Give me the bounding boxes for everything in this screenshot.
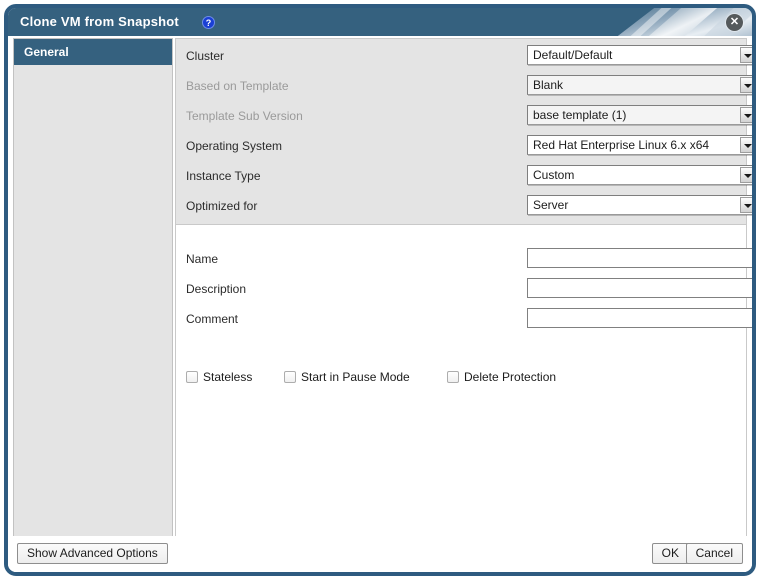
ok-button[interactable]: OK [652,543,689,564]
form-row-comment: Comment [176,308,746,332]
checkbox-box-icon[interactable] [447,371,459,383]
label-optimized-for: Optimized for [186,199,257,213]
cancel-button[interactable]: Cancel [686,543,743,564]
label-template-sub-version: Template Sub Version [186,109,303,123]
form-row-template-sub-version: Template Sub Version base template (1) [176,105,746,129]
checkbox-stateless-label: Stateless [203,370,252,384]
dialog-body: General Cluster Default/Default Based on… [8,36,752,544]
select-cluster[interactable]: Default/Default [527,45,756,65]
form-row-description: Description [176,278,746,302]
label-cluster: Cluster [186,49,224,63]
select-cluster-value: Default/Default [533,48,735,62]
select-based-on-template[interactable]: Blank [527,75,756,95]
comment-input[interactable] [527,308,756,328]
form-row-operating-system: Operating System Red Hat Enterprise Linu… [176,135,746,159]
show-advanced-options-button[interactable]: Show Advanced Options [17,543,168,564]
form-row-instance-type: Instance Type Custom [176,165,746,189]
dialog-content: Cluster Default/Default Based on Templat… [175,38,747,542]
sidebar-item-general[interactable]: General [14,39,172,65]
select-optimized-for-value: Server [533,198,735,212]
select-instance-type[interactable]: Custom [527,165,756,185]
chevron-down-icon[interactable] [740,107,756,123]
sidebar-item-label: General [24,45,69,59]
chevron-down-icon[interactable] [740,77,756,93]
chevron-down-icon[interactable] [740,47,756,63]
chevron-down-icon[interactable] [740,137,756,153]
checkbox-box-icon[interactable] [284,371,296,383]
label-description: Description [186,282,246,296]
label-based-on-template: Based on Template [186,79,289,93]
chevron-down-icon[interactable] [740,197,756,213]
dialog-footer: Show Advanced Options OK Cancel [8,536,752,572]
label-name: Name [186,252,218,266]
form-row-optimized-for: Optimized for Server [176,195,746,219]
checkbox-start-in-pause-mode-label: Start in Pause Mode [301,370,410,384]
options-checkbox-row: Stateless Start in Pause Mode Delete Pro… [176,369,746,389]
form-row-name: Name [176,248,746,272]
checkbox-box-icon[interactable] [186,371,198,383]
help-icon[interactable]: ? [202,16,215,29]
dialog-sidebar: General [13,38,173,542]
dialog-titlebar: Clone VM from Snapshot ? ✕ [8,8,752,36]
chevron-down-icon[interactable] [740,167,756,183]
select-optimized-for[interactable]: Server [527,195,756,215]
clone-vm-dialog: Clone VM from Snapshot ? ✕ General Clust… [4,4,756,576]
select-template-sub-version-value: base template (1) [533,108,735,122]
form-row-based-on-template: Based on Template Blank [176,75,746,99]
select-based-on-template-value: Blank [533,78,735,92]
label-instance-type: Instance Type [186,169,261,183]
select-template-sub-version[interactable]: base template (1) [527,105,756,125]
dialog-title: Clone VM from Snapshot [20,14,179,29]
close-icon[interactable]: ✕ [726,14,743,31]
titlebar-decoration-swoosh [492,8,752,36]
label-operating-system: Operating System [186,139,282,153]
form-row-cluster: Cluster Default/Default [176,45,746,69]
select-instance-type-value: Custom [533,168,735,182]
select-operating-system-value: Red Hat Enterprise Linux 6.x x64 [533,138,735,152]
description-input[interactable] [527,278,756,298]
checkbox-delete-protection-label: Delete Protection [464,370,556,384]
name-input[interactable] [527,248,756,268]
select-operating-system[interactable]: Red Hat Enterprise Linux 6.x x64 [527,135,756,155]
label-comment: Comment [186,312,238,326]
